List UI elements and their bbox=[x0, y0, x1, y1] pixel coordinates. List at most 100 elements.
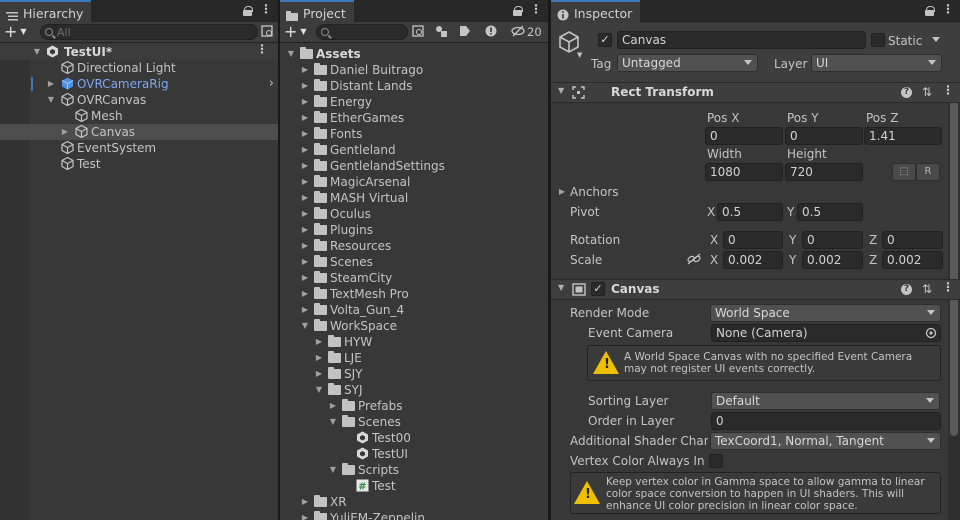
expand-arrow-icon[interactable]: ▶ bbox=[314, 334, 324, 350]
project-item-assets[interactable]: ▼ Assets bbox=[280, 46, 548, 62]
fold-arrow-icon[interactable]: ▼ bbox=[558, 86, 564, 95]
sorting-layer-dropdown[interactable]: Default bbox=[711, 392, 940, 410]
pos-x-field[interactable]: 0 bbox=[705, 127, 783, 145]
lock-icon[interactable] bbox=[513, 6, 523, 16]
active-checkbox[interactable]: ✓ bbox=[598, 33, 612, 47]
vertex-color-checkbox[interactable] bbox=[709, 454, 723, 468]
object-name-field[interactable]: Canvas bbox=[617, 31, 866, 49]
help-icon[interactable]: ? bbox=[900, 87, 912, 98]
more-options-icon[interactable]: ⋮ bbox=[530, 3, 542, 15]
hierarchy-item-ovrcanvas[interactable]: ▼ OVRCanvas bbox=[0, 92, 278, 108]
expand-arrow-icon[interactable]: ▼ bbox=[328, 462, 338, 478]
error-filter-icon[interactable] bbox=[484, 25, 498, 39]
expand-arrow-icon[interactable]: ▼ bbox=[32, 44, 42, 60]
expand-arrow-icon[interactable]: ▶ bbox=[300, 142, 310, 158]
tab-project[interactable]: Project bbox=[280, 0, 354, 23]
hierarchy-search-input[interactable]: All bbox=[40, 24, 258, 40]
project-item-distant-lands[interactable]: ▶ Distant Lands bbox=[280, 78, 548, 94]
hidden-packages-icon[interactable] bbox=[511, 25, 525, 39]
project-item-lje[interactable]: ▶ LJE bbox=[280, 350, 548, 366]
project-search-input[interactable] bbox=[316, 24, 408, 40]
rotation-x-field[interactable]: 0 bbox=[723, 231, 783, 249]
icon-picker-chevron-icon[interactable]: ▼ bbox=[577, 51, 582, 59]
expand-arrow-icon[interactable]: ▼ bbox=[300, 318, 310, 334]
project-item-steamcity[interactable]: ▶ SteamCity bbox=[280, 270, 548, 286]
project-item-sjy[interactable]: ▶ SJY bbox=[280, 366, 548, 382]
project-item-testui[interactable]: TestUI bbox=[280, 446, 548, 462]
scale-x-field[interactable]: 0.002 bbox=[723, 251, 783, 269]
hierarchy-item-mesh[interactable]: Mesh bbox=[0, 108, 278, 124]
expand-arrow-icon[interactable]: ▶ bbox=[300, 190, 310, 206]
fold-arrow-icon[interactable]: ▼ bbox=[558, 283, 564, 292]
layer-dropdown[interactable]: UI bbox=[811, 54, 942, 72]
expand-arrow-icon[interactable]: ▶ bbox=[300, 494, 310, 510]
project-item-oculus[interactable]: ▶ Oculus bbox=[280, 206, 548, 222]
tab-hierarchy[interactable]: Hierarchy bbox=[0, 0, 92, 23]
project-item-gentleland[interactable]: ▶ Gentleland bbox=[280, 142, 548, 158]
pos-z-field[interactable]: 1.41 bbox=[864, 127, 942, 145]
lock-icon[interactable] bbox=[243, 6, 253, 16]
help-icon[interactable]: ? bbox=[900, 284, 912, 295]
rect-transform-header[interactable]: ▼ Rect Transform ? ⇅ ⋮ bbox=[551, 82, 960, 103]
lock-icon[interactable] bbox=[925, 6, 935, 16]
expand-arrow-icon[interactable]: ▶ bbox=[300, 510, 310, 520]
project-item-xr[interactable]: ▶ XR bbox=[280, 494, 548, 510]
search-by-type-icon[interactable] bbox=[411, 25, 425, 39]
expand-arrow-icon[interactable]: ▶ bbox=[60, 124, 70, 140]
anchors-fold-arrow-icon[interactable]: ▶ bbox=[559, 187, 565, 196]
preset-icon[interactable]: ⇅ bbox=[922, 85, 932, 99]
hierarchy-item-directional-light[interactable]: Directional Light bbox=[0, 60, 278, 76]
rotation-z-field[interactable]: 0 bbox=[882, 231, 943, 249]
canvas-enabled-checkbox[interactable]: ✓ bbox=[591, 282, 605, 296]
component-menu-icon[interactable]: ⋮ bbox=[942, 281, 954, 296]
filter-type-icon[interactable] bbox=[434, 25, 448, 39]
expand-arrow-icon[interactable]: ▶ bbox=[300, 62, 310, 78]
project-item-test00[interactable]: Test00 bbox=[280, 430, 548, 446]
create-button[interactable]: + ▼ bbox=[4, 23, 27, 41]
expand-arrow-icon[interactable]: ▶ bbox=[300, 78, 310, 94]
project-item-scripts[interactable]: ▼ Scripts bbox=[280, 462, 548, 478]
scene-visibility-icon[interactable] bbox=[260, 25, 274, 39]
preset-icon[interactable]: ⇅ bbox=[922, 282, 932, 296]
pos-y-field[interactable]: 0 bbox=[785, 127, 863, 145]
object-picker-icon[interactable] bbox=[925, 327, 937, 341]
project-item-prefabs[interactable]: ▶ Prefabs bbox=[280, 398, 548, 414]
scene-row[interactable]: ▼ TestUI* ⋮ bbox=[0, 43, 278, 60]
expand-arrow-icon[interactable]: ▶ bbox=[300, 158, 310, 174]
anchors-label[interactable]: Anchors bbox=[570, 184, 619, 200]
more-options-icon[interactable]: ⋮ bbox=[942, 3, 954, 15]
scale-y-field[interactable]: 0.002 bbox=[802, 251, 863, 269]
expand-arrow-icon[interactable]: ▶ bbox=[300, 94, 310, 110]
event-camera-field[interactable]: None (Camera) bbox=[711, 324, 941, 342]
project-item-workspace[interactable]: ▼ WorkSpace bbox=[280, 318, 548, 334]
open-prefab-chevron-icon[interactable]: › bbox=[269, 76, 274, 92]
expand-arrow-icon[interactable]: ▶ bbox=[300, 206, 310, 222]
pivot-y-field[interactable]: 0.5 bbox=[797, 203, 863, 221]
project-item-daniel-buitrago[interactable]: ▶ Daniel Buitrago bbox=[280, 62, 548, 78]
project-item-syj[interactable]: ▼ SYJ bbox=[280, 382, 548, 398]
project-item-syj-scenes[interactable]: ▼ Scenes bbox=[280, 414, 548, 430]
expand-arrow-icon[interactable]: ▶ bbox=[300, 286, 310, 302]
project-item-plugins[interactable]: ▶ Plugins bbox=[280, 222, 548, 238]
project-item-resources[interactable]: ▶ Resources bbox=[280, 238, 548, 254]
expand-arrow-icon[interactable]: ▶ bbox=[314, 350, 324, 366]
hierarchy-item-canvas[interactable]: ▶ Canvas bbox=[0, 124, 278, 140]
raw-edit-mode-button[interactable]: R bbox=[916, 163, 940, 181]
expand-arrow-icon[interactable]: ▶ bbox=[300, 126, 310, 142]
tab-inspector[interactable]: Inspector bbox=[551, 0, 641, 23]
expand-arrow-icon[interactable]: ▶ bbox=[46, 76, 56, 92]
project-item-volta-gun-4[interactable]: ▶ Volta_Gun_4 bbox=[280, 302, 548, 318]
pivot-x-field[interactable]: 0.5 bbox=[717, 203, 783, 221]
project-item-gentleland-settings[interactable]: ▶ GentlelandSettings bbox=[280, 158, 548, 174]
project-item-textmesh-pro[interactable]: ▶ TextMesh Pro bbox=[280, 286, 548, 302]
component-menu-icon[interactable]: ⋮ bbox=[942, 84, 954, 99]
expand-arrow-icon[interactable]: ▼ bbox=[46, 92, 56, 108]
project-item-scenes[interactable]: ▶ Scenes bbox=[280, 254, 548, 270]
shader-channels-dropdown[interactable]: TexCoord1, Normal, Tangent bbox=[710, 432, 941, 450]
project-item-fonts[interactable]: ▶ Fonts bbox=[280, 126, 548, 142]
expand-arrow-icon[interactable]: ▶ bbox=[300, 254, 310, 270]
width-field[interactable]: 1080 bbox=[705, 163, 783, 181]
label-tag-icon[interactable] bbox=[458, 25, 472, 39]
create-button[interactable]: + ▼ bbox=[284, 23, 307, 41]
more-options-icon[interactable]: ⋮ bbox=[260, 3, 272, 15]
